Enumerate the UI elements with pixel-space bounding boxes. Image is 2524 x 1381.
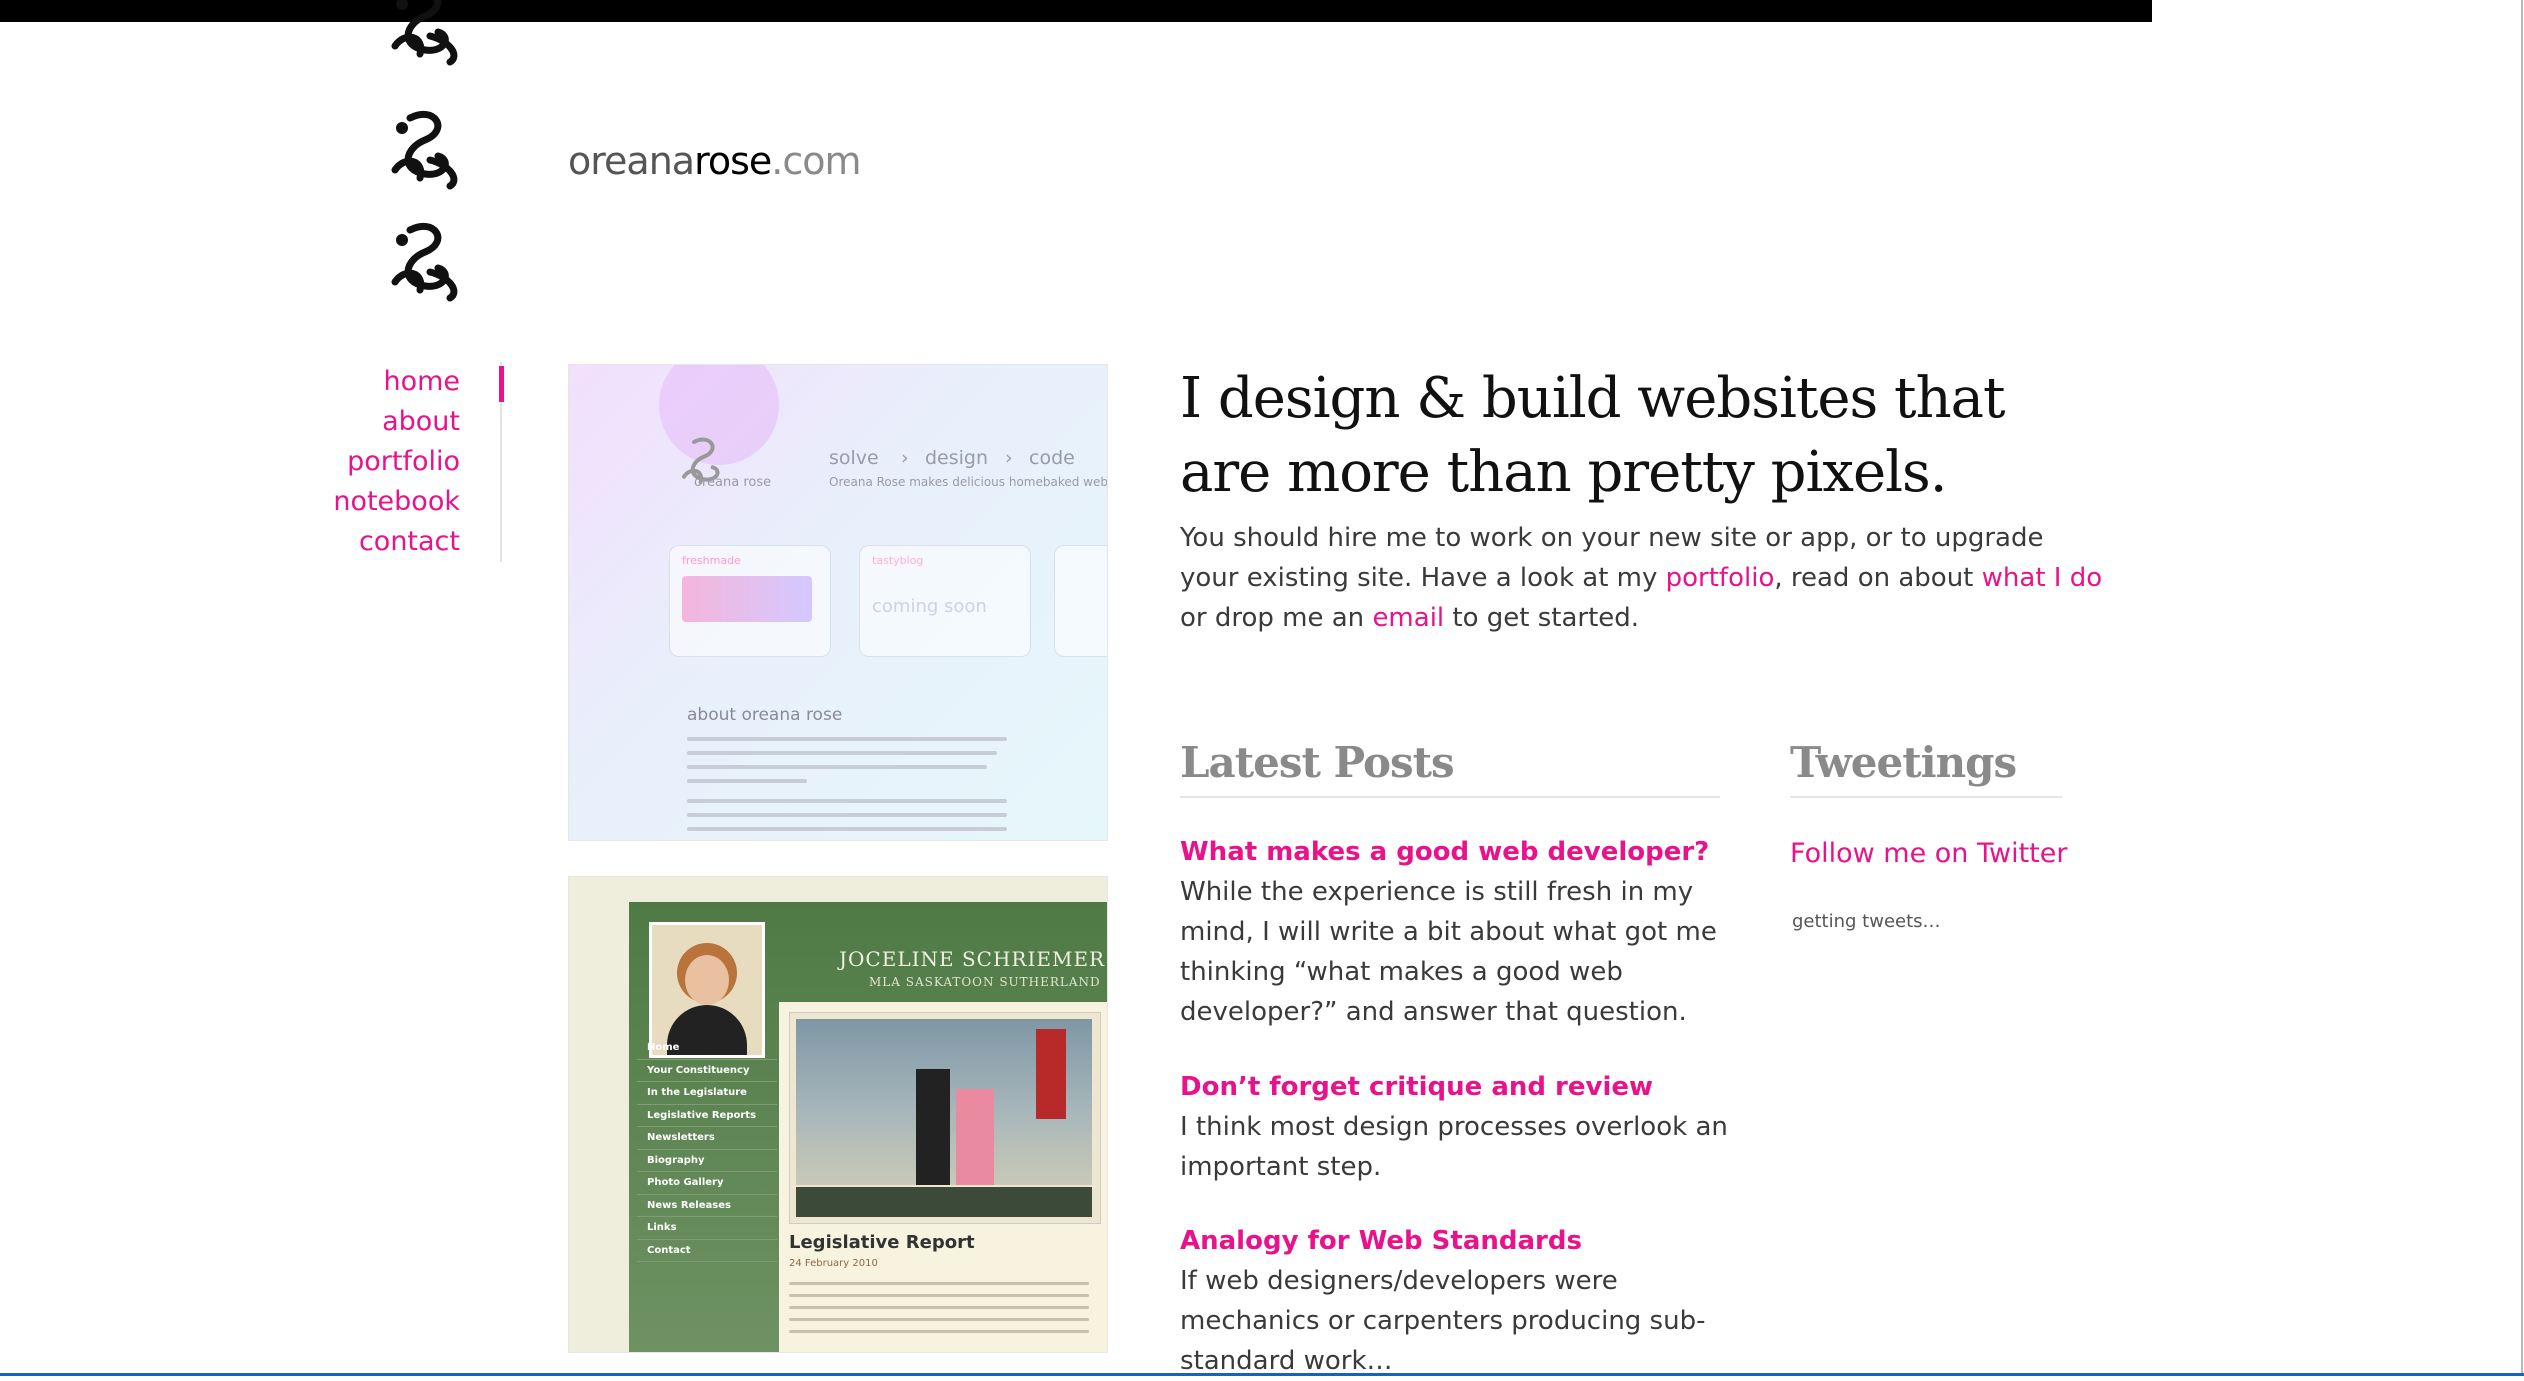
mini-card-label: tastyblog xyxy=(872,554,924,567)
logo-part-com: .com xyxy=(771,139,861,183)
mini-photo-caption xyxy=(796,1187,1092,1217)
photo-person xyxy=(956,1089,994,1185)
mini-text-line xyxy=(789,1306,1089,1309)
mini-content-area: Legislative Report 24 February 2010 xyxy=(779,1002,1107,1352)
mini-menu-item: Biography xyxy=(637,1150,777,1172)
photo-decoration xyxy=(1036,1029,1066,1119)
portfolio-link[interactable]: portfolio xyxy=(1666,563,1775,593)
post-excerpt: I think most design processes overlook a… xyxy=(1180,1112,1728,1182)
mini-menu-item: Photo Gallery xyxy=(637,1172,777,1195)
mini-card-label: freshmade xyxy=(682,554,741,567)
post-item: Analogy for Web Standards If web designe… xyxy=(1180,1221,1740,1381)
mini-menu-item: Links xyxy=(637,1217,777,1240)
mini-text-line xyxy=(687,765,987,769)
mini-menu-item: In the Legislature xyxy=(637,1082,777,1105)
mini-nav-design: design xyxy=(925,447,989,469)
follow-twitter-link[interactable]: Follow me on Twitter xyxy=(1790,834,2067,874)
mini-card xyxy=(1054,545,1107,657)
nav-item-contact[interactable]: contact xyxy=(300,522,460,562)
mini-text-line xyxy=(789,1294,1089,1297)
mini-menu-item: Newsletters xyxy=(637,1127,777,1150)
mini-card-label: coming soon xyxy=(872,596,987,617)
mini-site-name: JOCELINE SCHRIEMER xyxy=(839,947,1106,971)
mini-photo xyxy=(796,1019,1092,1185)
mini-article-title: Legislative Report xyxy=(789,1232,975,1253)
portfolio-thumbnail-schriemer[interactable]: JOCELINE SCHRIEMER MLA SASKATOON SUTHERL… xyxy=(568,876,1108,1353)
nav-item-about[interactable]: about xyxy=(300,402,460,442)
rose-ornament-icon xyxy=(380,0,470,66)
rose-ornament-icon xyxy=(659,425,749,515)
hero-intro: You should hire me to work on your new s… xyxy=(1180,518,2110,638)
main-nav: home about portfolio notebook contact xyxy=(300,362,504,562)
mini-text-line xyxy=(789,1330,1089,1333)
mini-text-line xyxy=(687,799,1007,803)
portrait-face xyxy=(685,955,729,1005)
mini-photo-frame xyxy=(789,1012,1101,1224)
email-link[interactable]: email xyxy=(1372,603,1444,633)
hero-headline: I design & build websites that are more … xyxy=(1180,366,2006,505)
mini-text-line xyxy=(687,827,1007,831)
post-item: Don’t forget critique and review I think… xyxy=(1180,1067,1740,1187)
logo-part-rose: rose xyxy=(694,139,772,183)
post-item: What makes a good web developer? While t… xyxy=(1180,832,1740,1032)
mini-menu-item: Home xyxy=(637,1037,777,1060)
what-i-do-link[interactable]: what I do xyxy=(1982,563,2102,593)
chevron-right-icon: › xyxy=(1005,447,1013,469)
post-title-link[interactable]: Analogy for Web Standards xyxy=(1180,1221,1740,1261)
mini-site-menu: Home Your Constituency In the Legislatur… xyxy=(637,1037,777,1262)
intro-text: to get started. xyxy=(1444,603,1640,633)
mini-tagline: Oreana Rose makes delicious homebaked we… xyxy=(829,475,1108,489)
tweetings-heading: Tweetings xyxy=(1790,738,2062,798)
post-excerpt: If web designers/developers were mechani… xyxy=(1180,1266,1706,1376)
tweets-loading-status: getting tweets… xyxy=(1792,911,1941,932)
nav-active-indicator xyxy=(499,366,504,402)
chevron-right-icon: › xyxy=(901,447,909,469)
intro-text: or drop me an xyxy=(1180,603,1373,633)
nav-item-notebook[interactable]: notebook xyxy=(300,482,460,522)
mini-menu-item: News Releases xyxy=(637,1195,777,1217)
rose-ornament-icon xyxy=(380,100,470,190)
mini-card-thumb xyxy=(682,576,812,622)
mini-menu-item: Your Constituency xyxy=(637,1060,777,1082)
mini-text-line xyxy=(789,1282,1089,1285)
mini-text-line xyxy=(687,813,1007,817)
mini-card: tastyblog coming soon xyxy=(859,545,1031,657)
nav-item-portfolio[interactable]: portfolio xyxy=(300,442,460,482)
mini-text-line xyxy=(687,751,997,755)
mini-menu-item: Contact xyxy=(637,1240,777,1262)
post-excerpt: While the experience is still fresh in m… xyxy=(1180,877,1717,1027)
photo-person xyxy=(916,1069,950,1185)
mini-article-date: 24 February 2010 xyxy=(789,1258,878,1269)
mini-card: freshmade xyxy=(669,545,831,657)
mini-menu-item: Legislative Reports xyxy=(637,1105,777,1127)
mini-nav-code: code xyxy=(1029,447,1075,469)
portfolio-thumbnail-oreanarose[interactable]: oreana rose solve › design › code Oreana… xyxy=(568,364,1108,841)
mini-text-line xyxy=(687,737,1007,741)
mini-nav-solve: solve xyxy=(829,447,879,469)
rose-ornament-column xyxy=(380,0,480,302)
mini-brand: oreana rose xyxy=(694,475,772,490)
latest-posts-heading: Latest Posts xyxy=(1180,738,1720,798)
post-title-link[interactable]: What makes a good web developer? xyxy=(1180,832,1740,872)
intro-text: , read on about xyxy=(1774,563,1982,593)
mini-text-line xyxy=(789,1318,1089,1321)
mini-site-subtitle: MLA SASKATOON SUTHERLAND xyxy=(869,975,1101,989)
logo-part-oreana: oreana xyxy=(568,139,695,183)
nav-item-home[interactable]: home xyxy=(300,362,460,402)
mini-about-heading: about oreana rose xyxy=(687,705,843,725)
top-black-bar xyxy=(0,0,2152,22)
rose-ornament-icon xyxy=(380,212,470,302)
site-logo[interactable]: oreanarose.com xyxy=(568,138,862,184)
scrollbar-edge xyxy=(2521,0,2523,1376)
post-title-link[interactable]: Don’t forget critique and review xyxy=(1180,1067,1740,1107)
mini-text-line xyxy=(687,779,807,783)
